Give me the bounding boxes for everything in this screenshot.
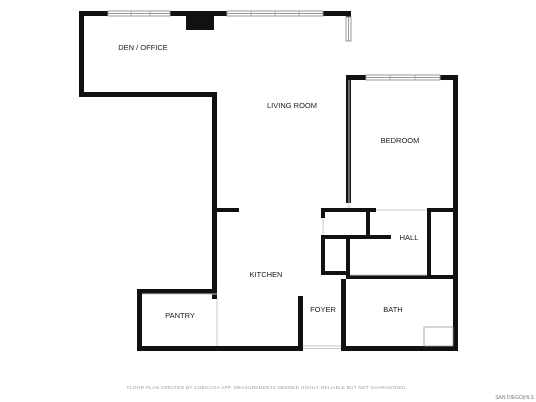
wall-den-bottom [79, 92, 217, 97]
wall-pantry-left [137, 289, 142, 351]
wall-bottom-right [341, 346, 458, 351]
room-label-living: LIVING ROOM [267, 101, 317, 110]
fireplace-block [186, 13, 214, 30]
wall-bath-top [346, 275, 458, 279]
wall-hall-right [427, 208, 431, 279]
room-label-pantry: PANTRY [165, 311, 195, 320]
disclaimer-text: FLOOR PLAN CREATED BY CUBICASA APP. MEAS… [127, 385, 407, 390]
wall-pantry-top [137, 289, 217, 294]
room-label-foyer: FOYER [310, 305, 336, 314]
wall-closet-inner [346, 239, 350, 275]
room-label-bedroom: BEDROOM [381, 136, 420, 145]
floor-plan: DEN / OFFICE LIVING ROOM BEDROOM HALL KI… [79, 10, 535, 401]
exterior-walls [79, 11, 458, 351]
wall-closet-bottom [321, 271, 350, 275]
wall-stub-kitchen [212, 208, 239, 212]
wall-living-left [212, 92, 217, 294]
wall-bedroom-right [453, 75, 458, 351]
room-label-den: DEN / OFFICE [118, 43, 168, 52]
room-label-hall: HALL [400, 233, 419, 242]
room-label-bath: BATH [383, 305, 402, 314]
shower-fixture [423, 326, 454, 347]
wall-den-left [79, 11, 84, 97]
interior-walls [212, 208, 458, 351]
wall-closet-left-upper [321, 208, 325, 218]
wall-foyer-left [298, 296, 303, 351]
wall-living-right-top [346, 11, 351, 17]
wall-bottom-left [137, 346, 303, 351]
corner-watermark: SAN DIEGO|HLS [495, 395, 534, 401]
window-mullions [130, 11, 416, 80]
room-label-kitchen: KITCHEN [250, 270, 283, 279]
wall-bath-left [341, 279, 346, 351]
wall-hall-closet-bottom [321, 235, 391, 239]
wall-closet-divider [366, 208, 370, 239]
wall-bedroom-bottom-right [427, 208, 458, 212]
wall-closet-left [321, 235, 325, 275]
